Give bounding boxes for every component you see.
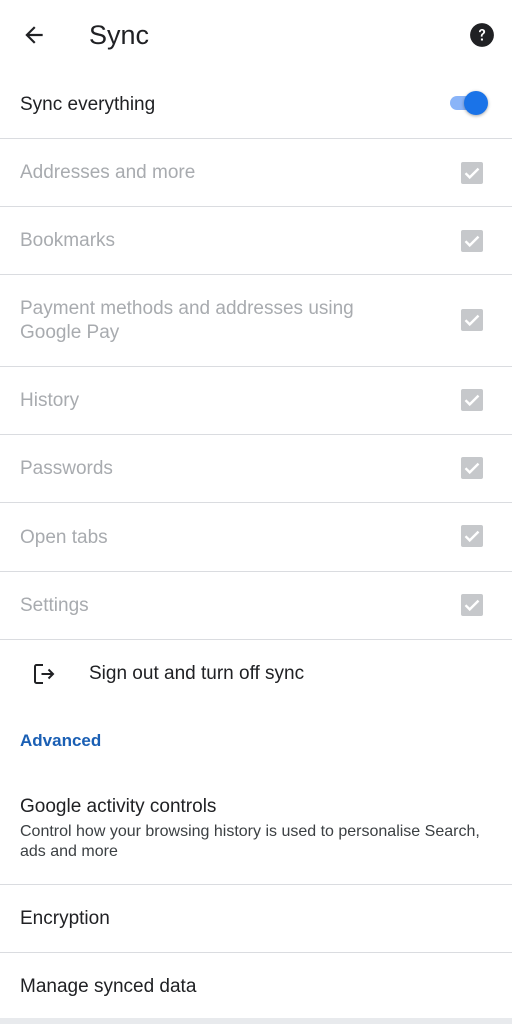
sync-item-addresses[interactable]: Addresses and more	[0, 139, 512, 207]
help-button[interactable]	[466, 19, 498, 51]
checkbox-checked-icon[interactable]	[460, 456, 484, 480]
sync-everything-toggle[interactable]	[446, 89, 490, 117]
google-activity-controls-title: Google activity controls	[20, 796, 217, 817]
toggle-thumb	[464, 91, 488, 115]
checkbox-checked-icon[interactable]	[460, 308, 484, 332]
sync-item-label: Payment methods and addresses using Goog…	[20, 298, 354, 343]
sync-item-label: Open tabs	[20, 527, 108, 548]
checkbox-checked-icon[interactable]	[460, 388, 484, 412]
manage-synced-data-row[interactable]: Manage synced data	[0, 953, 512, 1018]
sign-out-label: Sign out and turn off sync	[89, 663, 305, 684]
sync-item-passwords[interactable]: Passwords	[0, 435, 512, 503]
app-bar: Sync	[0, 0, 512, 70]
sync-item-history[interactable]: History	[0, 367, 512, 435]
sync-item-bookmarks[interactable]: Bookmarks	[0, 207, 512, 275]
sync-item-label: Bookmarks	[20, 230, 116, 251]
checkbox-checked-icon[interactable]	[460, 524, 484, 548]
page-title: Sync	[89, 20, 150, 50]
sync-item-label: Passwords	[20, 458, 113, 479]
advanced-section-header: Advanced	[20, 731, 102, 750]
sign-out-icon	[34, 664, 55, 684]
sync-everything-label: Sync everything	[20, 94, 156, 115]
sync-item-open-tabs[interactable]: Open tabs	[0, 503, 512, 572]
checkbox-checked-icon[interactable]	[460, 229, 484, 253]
sync-item-label: Settings	[20, 595, 89, 616]
arrow-back-icon	[25, 26, 43, 44]
sign-out-button[interactable]: Sign out and turn off sync	[0, 640, 512, 708]
sync-settings-screen: Sync Sync everything Addresses and more …	[0, 0, 512, 1024]
checkbox-checked-icon[interactable]	[460, 593, 484, 617]
sync-item-settings[interactable]: Settings	[0, 572, 512, 640]
encryption-label: Encryption	[20, 908, 110, 929]
sync-item-payment-methods[interactable]: Payment methods and addresses using Goog…	[0, 275, 512, 367]
sync-item-label: History	[20, 390, 80, 411]
back-button[interactable]	[16, 17, 52, 53]
sync-item-label: Addresses and more	[20, 162, 196, 183]
sync-everything-row[interactable]: Sync everything	[0, 70, 512, 139]
manage-synced-data-label: Manage synced data	[20, 976, 197, 997]
encryption-row[interactable]: Encryption	[0, 885, 512, 953]
help-circle-icon	[470, 23, 494, 47]
bottom-edge	[0, 1018, 512, 1024]
google-activity-controls-description: Control how your browsing history is use…	[20, 823, 480, 860]
checkbox-checked-icon[interactable]	[460, 161, 484, 185]
